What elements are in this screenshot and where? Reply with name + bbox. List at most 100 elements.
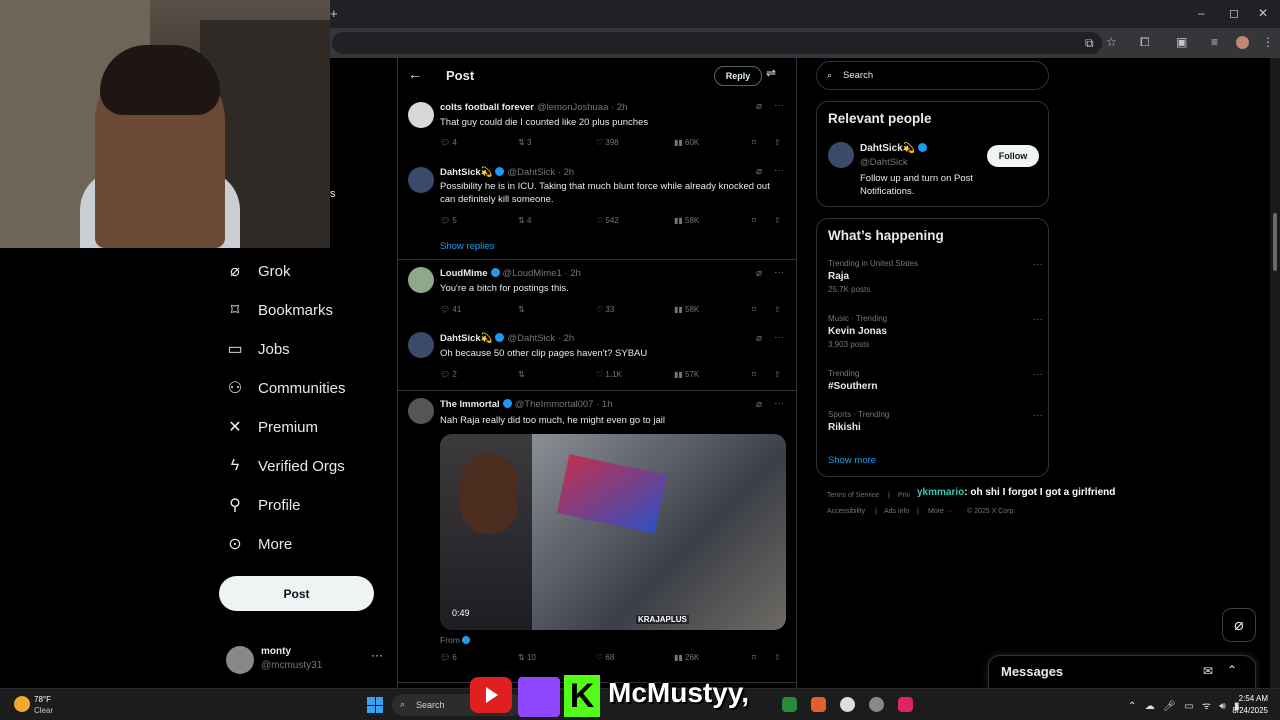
- taskbar-app-icon[interactable]: [869, 697, 884, 712]
- share-icon[interactable]: ⇧: [774, 653, 781, 662]
- grok-icon[interactable]: ⌀: [756, 268, 762, 279]
- more-options-icon[interactable]: ···: [774, 332, 784, 343]
- grok-icon[interactable]: ⌀: [756, 101, 762, 112]
- view-count[interactable]: ▮▮ 60K: [674, 138, 699, 147]
- like-count[interactable]: ♡ 398: [596, 138, 619, 147]
- repost-count[interactable]: ⇅ 10: [518, 653, 536, 662]
- bookmark-icon[interactable]: ⌑: [752, 653, 756, 662]
- new-message-icon[interactable]: ✉: [1203, 664, 1213, 678]
- more-link[interactable]: More ···: [928, 508, 953, 515]
- expand-icon[interactable]: ⌃: [1227, 663, 1237, 677]
- grok-floating-button[interactable]: ⌀: [1222, 608, 1256, 642]
- like-count[interactable]: ♡ 1.1K: [596, 370, 622, 379]
- bookmark-icon[interactable]: ⌑: [752, 216, 756, 225]
- repost-count[interactable]: ⇅: [518, 370, 525, 379]
- repost-count[interactable]: ⇅ 4: [518, 216, 531, 225]
- taskbar-app-icon[interactable]: [811, 697, 826, 712]
- sidebar-item-jobs[interactable]: ▭ Jobs: [226, 340, 289, 359]
- trend-item[interactable]: Trending in United States Raja 25.7K pos…: [828, 259, 1043, 294]
- view-count[interactable]: ▮▮ 26K: [674, 653, 699, 662]
- avatar[interactable]: [408, 332, 434, 358]
- avatar[interactable]: [828, 142, 854, 168]
- reply-tweet[interactable]: LoudMime @LoudMime1 · 2h ⌀ ··· You're a b…: [398, 265, 796, 325]
- profile-avatar[interactable]: [1236, 36, 1249, 49]
- reply-count[interactable]: 💬︎ 4: [440, 138, 457, 147]
- grok-icon[interactable]: ⌀: [756, 399, 762, 410]
- tiktok-taskbar-icon[interactable]: [898, 697, 913, 712]
- sidepanel-icon[interactable]: ▣: [1176, 35, 1187, 49]
- ads-info-link[interactable]: Ads info: [884, 508, 909, 515]
- reply-count[interactable]: 💬︎ 2: [440, 370, 457, 379]
- more-options-icon[interactable]: ···: [774, 267, 784, 278]
- more-options-icon[interactable]: ···: [1033, 259, 1043, 270]
- reply-count[interactable]: 💬︎ 6: [440, 653, 457, 662]
- maximize-button[interactable]: ◻: [1229, 6, 1239, 20]
- weather-icon[interactable]: [14, 696, 30, 712]
- terms-link[interactable]: Terms of Service: [827, 492, 879, 499]
- tweet-author[interactable]: colts football forever @lemonJoshuaa · 2h: [440, 102, 627, 113]
- bookmark-star-icon[interactable]: ☆: [1106, 35, 1117, 49]
- like-count[interactable]: ♡ 542: [596, 216, 619, 225]
- grok-icon[interactable]: ⌀: [756, 333, 762, 344]
- back-arrow-icon[interactable]: ←: [408, 66, 422, 82]
- weather-condition[interactable]: Clear: [34, 706, 53, 715]
- bookmark-icon[interactable]: ⌑: [752, 305, 756, 314]
- more-options-icon[interactable]: ···: [1033, 314, 1043, 325]
- browser-menu-icon[interactable]: ⋮: [1262, 35, 1274, 49]
- reply-tweet[interactable]: DahtSick💫 @DahtSick · 2h ⌀ ··· Oh because…: [398, 330, 796, 390]
- sidebar-item-more[interactable]: ⊙ More: [226, 535, 292, 554]
- show-replies-link[interactable]: Show replies: [440, 241, 494, 252]
- search-input[interactable]: ⌕ Search: [816, 61, 1049, 90]
- bookmark-icon[interactable]: ⌑: [752, 370, 756, 379]
- sidebar-item-bookmarks[interactable]: ⌑ Bookmarks: [226, 301, 333, 320]
- more-options-icon[interactable]: ···: [774, 398, 784, 409]
- account-switcher[interactable]: monty @mcmusty31 ···: [226, 644, 386, 678]
- more-options-icon[interactable]: ···: [774, 165, 784, 176]
- grok-icon[interactable]: ⌀: [756, 166, 762, 177]
- video-player[interactable]: 0:49 KRAJAPLUS: [440, 434, 786, 630]
- avatar[interactable]: [408, 267, 434, 293]
- like-count[interactable]: ♡ 33: [596, 305, 614, 314]
- follow-button[interactable]: Follow: [987, 145, 1039, 167]
- clock-date[interactable]: 8/24/2025: [1222, 706, 1268, 715]
- sidebar-item-grok[interactable]: ⌀ Grok: [226, 262, 290, 281]
- trend-item[interactable]: Sports · Trending Rikishi ···: [828, 410, 1043, 433]
- trend-item[interactable]: Music · Trending Kevin Jonas 3,903 posts…: [828, 314, 1043, 349]
- media-control-icon[interactable]: ≡: [1211, 35, 1218, 49]
- windows-start-icon[interactable]: [367, 697, 383, 713]
- share-icon[interactable]: ⇧: [774, 305, 781, 314]
- install-app-icon[interactable]: ⧉: [1085, 36, 1094, 51]
- page-scrollbar[interactable]: [1270, 58, 1280, 688]
- share-icon[interactable]: ⇧: [774, 370, 781, 379]
- like-count[interactable]: ♡ 68: [596, 653, 614, 662]
- reply-button[interactable]: Reply: [714, 66, 762, 86]
- reply-count[interactable]: 💬︎ 5: [440, 216, 457, 225]
- more-options-icon[interactable]: ···: [774, 100, 784, 111]
- person-name[interactable]: DahtSick💫: [860, 143, 928, 154]
- share-icon[interactable]: ⇧: [774, 138, 781, 147]
- account-menu-icon[interactable]: ···: [371, 648, 383, 662]
- view-count[interactable]: ▮▮ 58K: [674, 216, 699, 225]
- trend-item[interactable]: Trending #Southern ···: [828, 369, 1043, 392]
- reply-count[interactable]: 💬︎ 41: [440, 305, 461, 314]
- view-count[interactable]: ▮▮ 58K: [674, 305, 699, 314]
- view-count[interactable]: ▮▮ 57K: [674, 370, 699, 379]
- reply-tweet[interactable]: DahtSick💫 @DahtSick · 2h ⌀ ··· Possibilit…: [398, 163, 796, 243]
- bookmark-icon[interactable]: ⌑: [752, 138, 756, 147]
- repost-count[interactable]: ⇅: [518, 305, 525, 314]
- tweet-author[interactable]: LoudMime @LoudMime1 · 2h: [440, 268, 581, 279]
- sidebar-item-premium[interactable]: ✕ Premium: [226, 418, 318, 437]
- privacy-link[interactable]: Priv: [898, 492, 910, 499]
- filter-icon[interactable]: ⇌: [766, 66, 776, 80]
- avatar[interactable]: [408, 167, 434, 193]
- avatar[interactable]: [408, 398, 434, 424]
- repost-count[interactable]: ⇅ 3: [518, 138, 531, 147]
- sidebar-item-communities[interactable]: ⚇ Communities: [226, 379, 346, 398]
- clock-time[interactable]: 2:54 AM: [1226, 694, 1268, 703]
- share-icon[interactable]: ⇧: [774, 216, 781, 225]
- messages-drawer[interactable]: Messages ✉ ⌃: [988, 655, 1256, 688]
- scrollbar-thumb[interactable]: [1273, 213, 1277, 271]
- chrome-taskbar-icon[interactable]: [840, 697, 855, 712]
- more-options-icon[interactable]: ···: [1033, 369, 1043, 380]
- taskbar-app-icon[interactable]: [782, 697, 797, 712]
